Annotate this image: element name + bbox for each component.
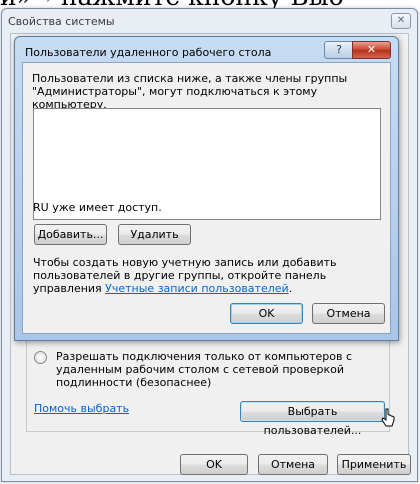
close-icon: ✕ [366,43,377,56]
apply-button[interactable]: Применить [337,454,411,475]
dialog-ok-button[interactable]: OK [230,303,303,324]
remove-user-button[interactable]: Удалить [118,224,191,245]
radio-button[interactable] [34,351,47,364]
help-choose-link[interactable]: Помочь выбрать [34,402,129,415]
add-user-button[interactable]: Добавить... [34,224,107,245]
dialog-close-button[interactable]: ✕ [352,41,391,59]
dialog-title: Пользователи удаленного рабочего стола [25,46,272,59]
info-text: Чтобы создать новую учетную запись или д… [33,256,391,295]
access-status-text: RU уже имеет доступ. [33,201,162,214]
cancel-button[interactable]: Отмена [258,454,328,475]
mouse-cursor-icon [381,408,395,427]
radio-label: Разрешать подключения только от компьюте… [56,350,353,389]
dialog-description: Пользователи из списка ниже, а также чле… [32,72,348,111]
window-title: Свойства системы [8,15,115,28]
ok-button[interactable]: OK [180,454,248,475]
close-icon: ✕ [396,15,406,26]
user-accounts-link[interactable]: Учетные записи пользователей [105,282,289,295]
select-users-button[interactable]: Выбрать пользователей... [240,401,385,437]
dialog-cancel-button[interactable]: Отмена [312,303,385,324]
help-button[interactable]: ? [324,41,354,59]
info-text-suffix: . [288,282,293,295]
close-button[interactable]: ✕ [391,13,411,29]
background-document-text: и»→ нажмите кнопку Выб [0,0,420,8]
help-icon: ? [336,43,342,56]
